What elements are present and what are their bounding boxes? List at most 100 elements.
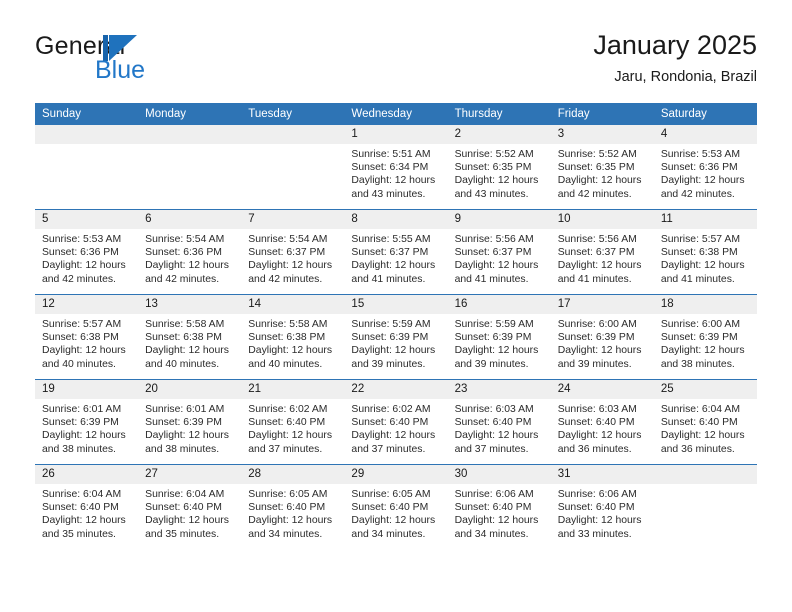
- calendar-day-cell[interactable]: 12 Sunrise: 5:57 AM Sunset: 6:38 PM Dayligh…: [35, 294, 139, 380]
- day-number: 13: [138, 295, 242, 314]
- calendar-day-cell[interactable]: 7 Sunrise: 5:54 AM Sunset: 6:37 PM Daylight…: [241, 209, 345, 295]
- day-number: 30: [447, 465, 551, 484]
- sunrise-text: Sunrise: 6:01 AM: [42, 404, 122, 415]
- calendar-day-cell[interactable]: 20 Sunrise: 6:01 AM Sunset: 6:39 PM Dayligh…: [138, 379, 242, 465]
- daylight-text-line1: Daylight: 12 hours: [351, 515, 436, 527]
- sunset-text: Sunset: 6:38 PM: [42, 332, 119, 344]
- day-sun-info: Sunrise: 6:02 AM Sunset: 6:40 PM Daylight:…: [241, 399, 344, 456]
- calendar-day-cell[interactable]: 8 Sunrise: 5:55 AM Sunset: 6:37 PM Daylight…: [344, 209, 448, 295]
- calendar-day-cell[interactable]: 13 Sunrise: 5:58 AM Sunset: 6:38 PM Dayligh…: [138, 294, 242, 380]
- day-number: [241, 125, 345, 144]
- daylight-text-line1: Daylight: 12 hours: [660, 175, 745, 187]
- day-sun-info: Sunrise: 5:57 AM Sunset: 6:38 PM Daylight:…: [35, 314, 138, 371]
- day-number: 1: [344, 125, 448, 144]
- day-number: 28: [241, 465, 345, 484]
- daylight-text-line1: Daylight: 12 hours: [145, 260, 229, 272]
- calendar-day-cell[interactable]: 11 Sunrise: 5:57 AM Sunset: 6:38 PM Dayligh…: [653, 209, 757, 295]
- daylight-text-line1: Daylight: 12 hours: [557, 430, 642, 442]
- daylight-text-line2: and 42 minutes.: [42, 273, 116, 285]
- sunset-text: Sunset: 6:35 PM: [557, 162, 635, 174]
- daylight-text-line1: Daylight: 12 hours: [660, 260, 745, 272]
- day-sun-info: Sunrise: 6:05 AM Sunset: 6:40 PM Daylight:…: [241, 484, 344, 541]
- calendar-day-cell[interactable]: 31 Sunrise: 6:06 AM Sunset: 6:40 PM Dayligh…: [550, 464, 654, 549]
- daylight-text-line2: and 34 minutes.: [351, 528, 426, 540]
- sunrise-text: Sunrise: 5:58 AM: [248, 319, 328, 330]
- calendar-day-cell[interactable]: 10 Sunrise: 5:56 AM Sunset: 6:37 PM Dayligh…: [550, 209, 654, 295]
- sunrise-text: Sunrise: 6:03 AM: [557, 404, 637, 415]
- daylight-text-line2: and 37 minutes.: [351, 443, 426, 455]
- daylight-text-line2: and 37 minutes.: [454, 443, 529, 455]
- day-sun-info: Sunrise: 5:52 AM Sunset: 6:35 PM Daylight:…: [448, 144, 551, 201]
- calendar-day-cell[interactable]: 25 Sunrise: 6:04 AM Sunset: 6:40 PM Dayligh…: [653, 379, 757, 465]
- day-number: 26: [35, 465, 139, 484]
- calendar-day-cell[interactable]: 14 Sunrise: 5:58 AM Sunset: 6:38 PM Dayligh…: [241, 294, 345, 380]
- calendar-day-cell[interactable]: 23 Sunrise: 6:03 AM Sunset: 6:40 PM Dayligh…: [447, 379, 551, 465]
- daylight-text-line2: and 41 minutes.: [557, 273, 632, 285]
- calendar-day-cell[interactable]: 19 Sunrise: 6:01 AM Sunset: 6:39 PM Dayligh…: [35, 379, 139, 465]
- sunset-text: Sunset: 6:39 PM: [557, 332, 635, 344]
- calendar-day-cell[interactable]: 5 Sunrise: 5:53 AM Sunset: 6:36 PM Daylight…: [35, 209, 139, 295]
- sunrise-text: Sunrise: 6:02 AM: [248, 404, 328, 415]
- sunrise-text: Sunrise: 6:04 AM: [660, 404, 740, 415]
- calendar-day-cell[interactable]: 16 Sunrise: 5:59 AM Sunset: 6:39 PM Dayligh…: [447, 294, 551, 380]
- sunrise-text: Sunrise: 6:02 AM: [351, 404, 431, 415]
- calendar-day-cell[interactable]: 22 Sunrise: 6:02 AM Sunset: 6:40 PM Dayligh…: [344, 379, 448, 465]
- calendar-day-cell[interactable]: 9 Sunrise: 5:56 AM Sunset: 6:37 PM Daylight…: [447, 209, 551, 295]
- calendar-page: General Blue January 2025 Jaru, Rondonia…: [0, 0, 792, 612]
- calendar-day-cell[interactable]: 15 Sunrise: 5:59 AM Sunset: 6:39 PM Dayligh…: [344, 294, 448, 380]
- calendar-day-cell[interactable]: 1 Sunrise: 5:51 AM Sunset: 6:34 PM Daylight…: [344, 125, 448, 210]
- calendar-day-cell[interactable]: 24 Sunrise: 6:03 AM Sunset: 6:40 PM Dayligh…: [550, 379, 654, 465]
- day-sun-info: Sunrise: 5:57 AM Sunset: 6:38 PM Daylight:…: [654, 229, 757, 286]
- daylight-text-line2: and 42 minutes.: [248, 273, 323, 285]
- day-number: 27: [138, 465, 242, 484]
- day-number: 9: [447, 210, 551, 229]
- day-number: 8: [344, 210, 448, 229]
- calendar-week-row: 5 Sunrise: 5:53 AM Sunset: 6:36 PM Daylight…: [35, 209, 757, 295]
- daylight-text-line2: and 36 minutes.: [557, 443, 632, 455]
- daylight-text-line1: Daylight: 12 hours: [557, 175, 642, 187]
- daylight-text-line1: Daylight: 12 hours: [42, 515, 126, 527]
- calendar-day-cell[interactable]: 26 Sunrise: 6:04 AM Sunset: 6:40 PM Dayligh…: [35, 464, 139, 549]
- brand-logo[interactable]: General Blue: [35, 32, 265, 94]
- sunrise-text: Sunrise: 5:54 AM: [145, 234, 225, 245]
- sunset-text: Sunset: 6:40 PM: [42, 502, 119, 514]
- day-number: [138, 125, 242, 144]
- sunrise-text: Sunrise: 5:56 AM: [454, 234, 534, 245]
- day-number: 17: [550, 295, 654, 314]
- daylight-text-line1: Daylight: 12 hours: [42, 430, 126, 442]
- day-sun-info: Sunrise: 6:02 AM Sunset: 6:40 PM Daylight:…: [344, 399, 447, 456]
- daylight-text-line2: and 39 minutes.: [351, 358, 426, 370]
- daylight-text-line2: and 34 minutes.: [248, 528, 323, 540]
- day-sun-info: Sunrise: 6:04 AM Sunset: 6:40 PM Daylight:…: [35, 484, 138, 541]
- calendar-day-cell[interactable]: 6 Sunrise: 5:54 AM Sunset: 6:36 PM Daylight…: [138, 209, 242, 295]
- calendar-day-cell[interactable]: 3 Sunrise: 5:52 AM Sunset: 6:35 PM Daylight…: [550, 125, 654, 210]
- calendar-day-cell[interactable]: 2 Sunrise: 5:52 AM Sunset: 6:35 PM Daylight…: [447, 125, 551, 210]
- calendar-week-row: 12 Sunrise: 5:57 AM Sunset: 6:38 PM Dayligh…: [35, 294, 757, 380]
- calendar-day-cell[interactable]: 29 Sunrise: 6:05 AM Sunset: 6:40 PM Dayligh…: [344, 464, 448, 549]
- sunset-text: Sunset: 6:39 PM: [42, 417, 119, 429]
- sunrise-text: Sunrise: 6:06 AM: [454, 489, 534, 500]
- sunrise-text: Sunrise: 6:03 AM: [454, 404, 534, 415]
- day-number: 23: [447, 380, 551, 399]
- calendar-header-row: Sunday Monday Tuesday Wednesday Thursday Frid…: [35, 103, 757, 125]
- sunrise-text: Sunrise: 6:05 AM: [248, 489, 328, 500]
- sunset-text: Sunset: 6:37 PM: [454, 247, 532, 259]
- daylight-text-line2: and 40 minutes.: [145, 358, 220, 370]
- calendar-day-cell[interactable]: 21 Sunrise: 6:02 AM Sunset: 6:40 PM Dayligh…: [241, 379, 345, 465]
- calendar-day-cell[interactable]: 4 Sunrise: 5:53 AM Sunset: 6:36 PM Daylight…: [653, 125, 757, 210]
- day-number: 25: [653, 380, 757, 399]
- calendar-day-cell[interactable]: 18 Sunrise: 6:00 AM Sunset: 6:39 PM Dayligh…: [653, 294, 757, 380]
- sunset-text: Sunset: 6:38 PM: [248, 332, 326, 344]
- day-number: 16: [447, 295, 551, 314]
- calendar-day-cell[interactable]: 28 Sunrise: 6:05 AM Sunset: 6:40 PM Dayligh…: [241, 464, 345, 549]
- sunrise-text: Sunrise: 5:54 AM: [248, 234, 328, 245]
- calendar-day-cell[interactable]: 30 Sunrise: 6:06 AM Sunset: 6:40 PM Dayligh…: [447, 464, 551, 549]
- sunrise-text: Sunrise: 6:04 AM: [145, 489, 225, 500]
- calendar-day-cell[interactable]: 17 Sunrise: 6:00 AM Sunset: 6:39 PM Dayligh…: [550, 294, 654, 380]
- sunset-text: Sunset: 6:37 PM: [557, 247, 635, 259]
- sunrise-text: Sunrise: 5:53 AM: [42, 234, 122, 245]
- weekday-header-row: Sunday Monday Tuesday Wednesday Thursday Frid…: [35, 103, 757, 125]
- sunset-text: Sunset: 6:40 PM: [145, 502, 222, 514]
- calendar-day-cell[interactable]: 27 Sunrise: 6:04 AM Sunset: 6:40 PM Dayligh…: [138, 464, 242, 549]
- day-number: 29: [344, 465, 448, 484]
